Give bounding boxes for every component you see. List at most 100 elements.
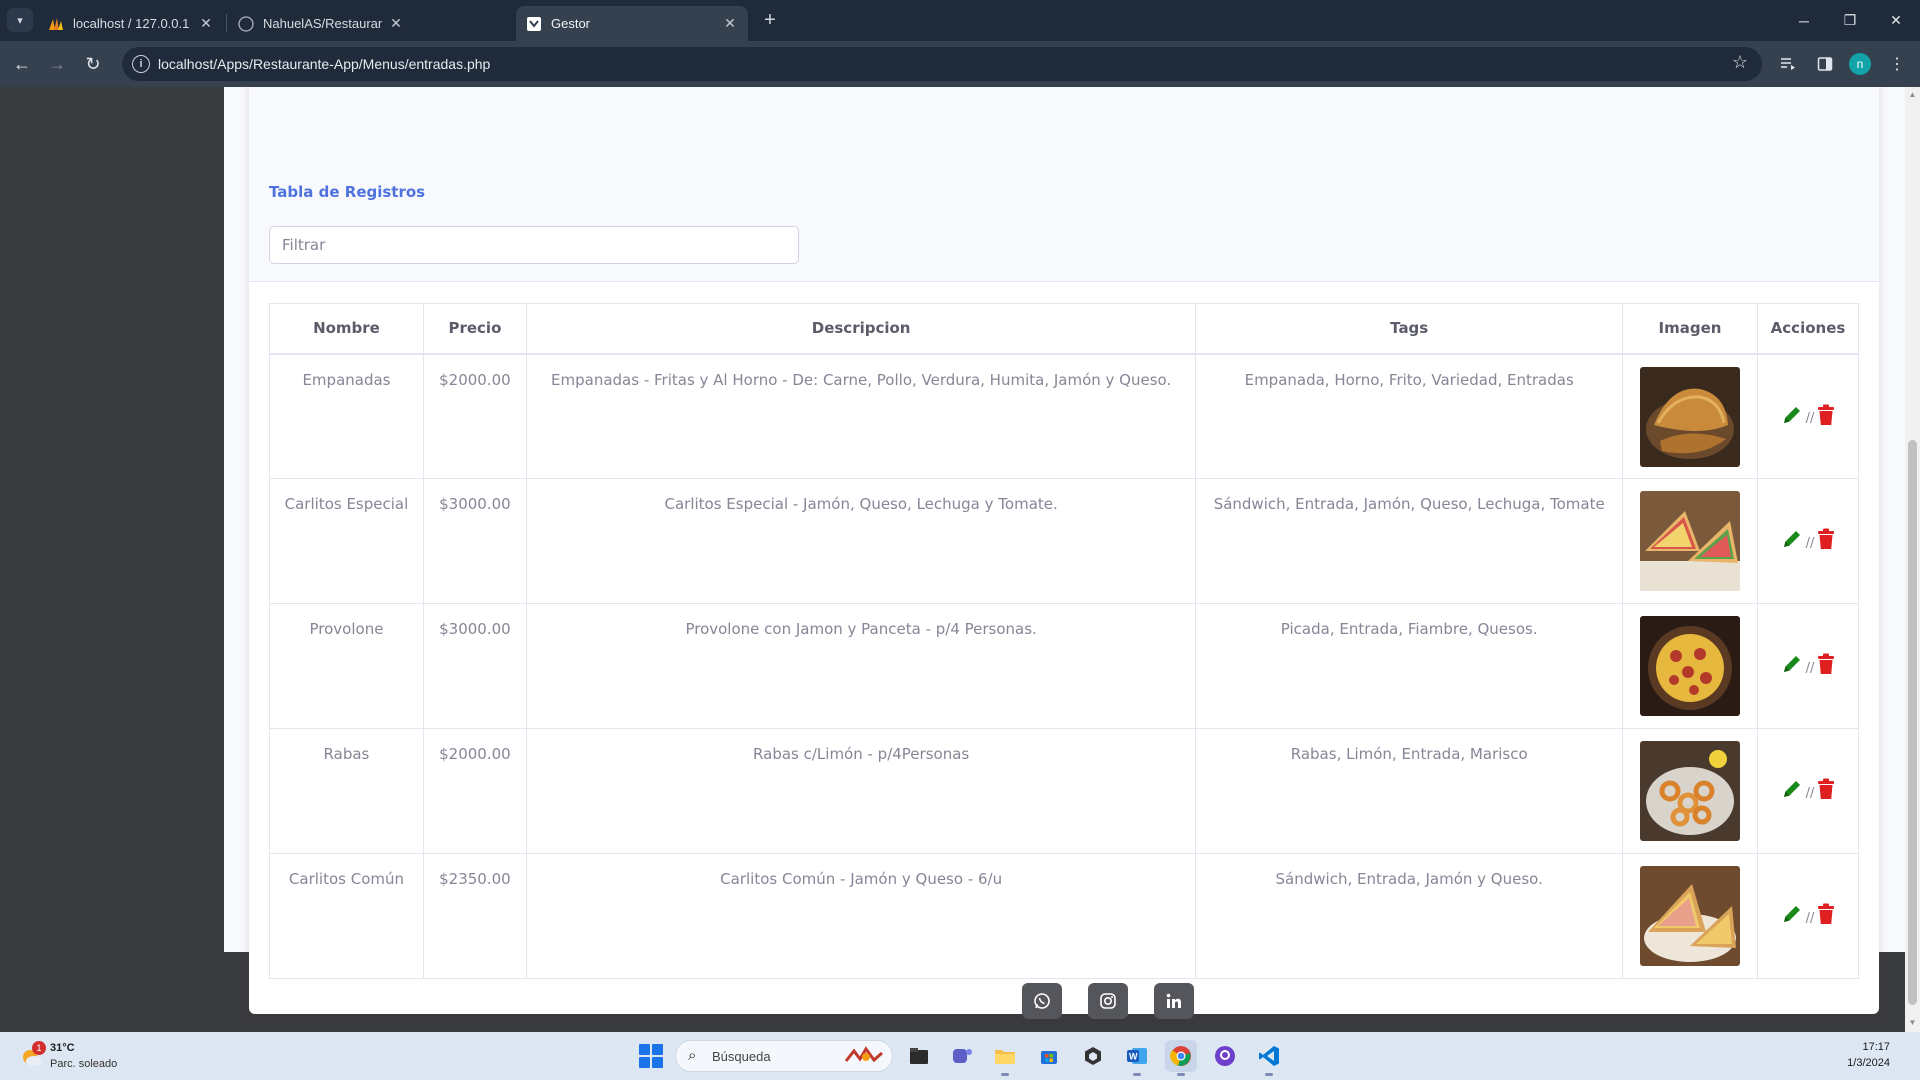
file-explorer-dark-icon[interactable] [903,1040,935,1072]
column-header-descripcion: Descripcion [525,303,1197,355]
close-icon[interactable]: ✕ [722,15,738,32]
close-icon[interactable]: ✕ [388,15,404,32]
vscode-icon[interactable] [1253,1040,1285,1076]
cell-nombre: Carlitos Especial [269,478,424,604]
delete-trash-icon[interactable] [1817,653,1835,675]
action-separator: // [1805,535,1815,551]
cell-precio: $2000.00 [422,353,527,479]
tab-phpmyadmin[interactable]: localhost / 127.0.0.1 / adminres ✕ [38,6,224,41]
column-header-imagen: Imagen [1622,303,1758,355]
scrollbar-thumb[interactable] [1908,440,1917,1005]
side-panel-icon[interactable] [1812,51,1838,77]
chrome-menu-icon[interactable]: ⋮ [1884,51,1910,77]
cell-tags: Sándwich, Entrada, Jamón, Queso, Lechuga… [1195,478,1624,604]
cell-acciones: // [1756,478,1860,604]
cell-descripcion: Provolone con Jamon y Panceta - p/4 Pers… [525,603,1197,729]
tab-search-button[interactable]: ▾ [7,8,33,32]
table-row: Rabas $2000.00 Rabas c/Limón - p/4Person… [269,728,1860,854]
cell-precio: $2000.00 [422,728,527,854]
cell-descripcion: Rabas c/Limón - p/4Personas [525,728,1197,854]
carlitos-especial-photo [1640,491,1740,591]
bookmark-star-icon[interactable]: ☆ [1732,52,1748,73]
microsoft-store-icon[interactable] [1033,1040,1065,1072]
cell-precio: $3000.00 [422,478,527,604]
records-card: Tabla de Registros Nombre Precio Descrip… [249,87,1879,1014]
table-header-row: Nombre Precio Descripcion Tags Imagen Ac… [269,303,1860,355]
url-text[interactable]: localhost/Apps/Restaurante-App/Menus/ent… [158,56,490,72]
cell-acciones: // [1756,853,1860,979]
edit-pencil-icon[interactable] [1781,528,1803,550]
cell-nombre: Provolone [269,603,424,729]
delete-trash-icon[interactable] [1817,404,1835,426]
empanadas-photo [1640,366,1740,467]
word-icon[interactable]: W [1121,1040,1153,1076]
filter-input[interactable] [269,226,799,264]
window-close-icon[interactable]: ✕ [1873,0,1919,41]
site-icon [526,16,542,32]
close-icon[interactable]: ✕ [198,15,214,32]
media-controls-icon[interactable] [1775,51,1801,77]
edit-pencil-icon[interactable] [1781,653,1803,675]
taskbar-search-text: Búsqueda [712,1049,771,1064]
delete-trash-icon[interactable] [1817,778,1835,800]
reload-icon[interactable]: ↻ [79,50,107,78]
delete-trash-icon[interactable] [1817,903,1835,925]
forward-icon[interactable]: → [43,50,71,78]
minimize-icon[interactable]: ─ [1781,0,1827,41]
windows-start-icon[interactable] [639,1044,663,1068]
cell-imagen [1622,353,1758,479]
edit-pencil-icon[interactable] [1781,404,1803,426]
chrome-icon[interactable] [1165,1040,1197,1076]
cell-tags: Rabas, Limón, Entrada, Marisco [1195,728,1624,854]
whatsapp-button[interactable] [1022,983,1062,1019]
clock-date[interactable]: 1/3/2024 [1830,1057,1890,1069]
scroll-down-arrow[interactable]: ▼ [1908,1018,1917,1027]
tab-github[interactable]: NahuelAS/Restaurante-App: Re ✕ [228,6,414,41]
action-separator: // [1805,785,1815,801]
card-header: Tabla de Registros [249,87,1879,282]
cell-tags: Picada, Entrada, Fiambre, Quesos. [1195,603,1624,729]
new-tab-button[interactable]: + [757,8,783,32]
tab-divider [226,14,227,32]
edit-pencil-icon[interactable] [1781,903,1803,925]
unity-icon[interactable] [1077,1040,1109,1072]
cell-imagen [1622,603,1758,729]
browser-tabbar: ▾ localhost / 127.0.0.1 / adminres ✕ Nah… [0,0,1920,41]
teams-icon[interactable] [946,1040,978,1072]
cell-tags: Sándwich, Entrada, Jamón y Queso. [1195,853,1624,979]
profile-avatar[interactable]: n [1849,53,1871,75]
browser-toolbar: ← → ↻ i localhost/Apps/Restaurante-App/M… [0,41,1920,87]
action-separator: // [1805,910,1815,926]
rabas-photo [1640,741,1740,841]
cell-acciones: // [1756,728,1860,854]
weather-badge: 1 [32,1041,46,1055]
address-bar[interactable]: i localhost/Apps/Restaurante-App/Menus/e… [122,47,1762,81]
cell-descripcion: Carlitos Especial - Jamón, Queso, Lechug… [525,478,1197,604]
back-icon[interactable]: ← [8,50,36,78]
delete-trash-icon[interactable] [1817,528,1835,550]
footer-brand: La Oveja Negra 2024 [788,994,916,1010]
file-explorer-icon[interactable] [989,1040,1021,1076]
scroll-up-arrow[interactable]: ▲ [1908,90,1917,99]
github-desktop-icon[interactable] [1209,1040,1241,1072]
linkedin-button[interactable] [1154,983,1194,1019]
restore-icon[interactable]: ❐ [1827,0,1873,41]
column-header-tags: Tags [1195,303,1624,355]
instagram-button[interactable] [1088,983,1128,1019]
table-row: Carlitos Especial $3000.00 Carlitos Espe… [269,478,1860,604]
search-icon: ⌕ [688,1047,697,1064]
action-separator: // [1805,411,1815,426]
footer-copyright: Copyright © - La Oveja Negra 2024 - Nahu… [711,993,1020,1010]
tab-gestor[interactable]: Gestor ✕ [516,6,748,41]
site-info-icon[interactable]: i [132,55,150,73]
cell-nombre: Carlitos Común [269,853,424,979]
edit-pencil-icon[interactable] [1781,778,1803,800]
table-row: Empanadas $2000.00 Empanadas - Fritas y … [269,353,1860,479]
github-icon [238,15,254,32]
cell-descripcion: Carlitos Común - Jamón y Queso - 6/u [525,853,1197,979]
social-separator: / [1139,991,1143,1007]
taskbar-search[interactable]: ⌕ Búsqueda [675,1040,893,1072]
column-header-acciones: Acciones [1756,303,1860,355]
cell-precio: $2350.00 [422,853,527,979]
clock-time[interactable]: 17:17 [1830,1041,1890,1053]
